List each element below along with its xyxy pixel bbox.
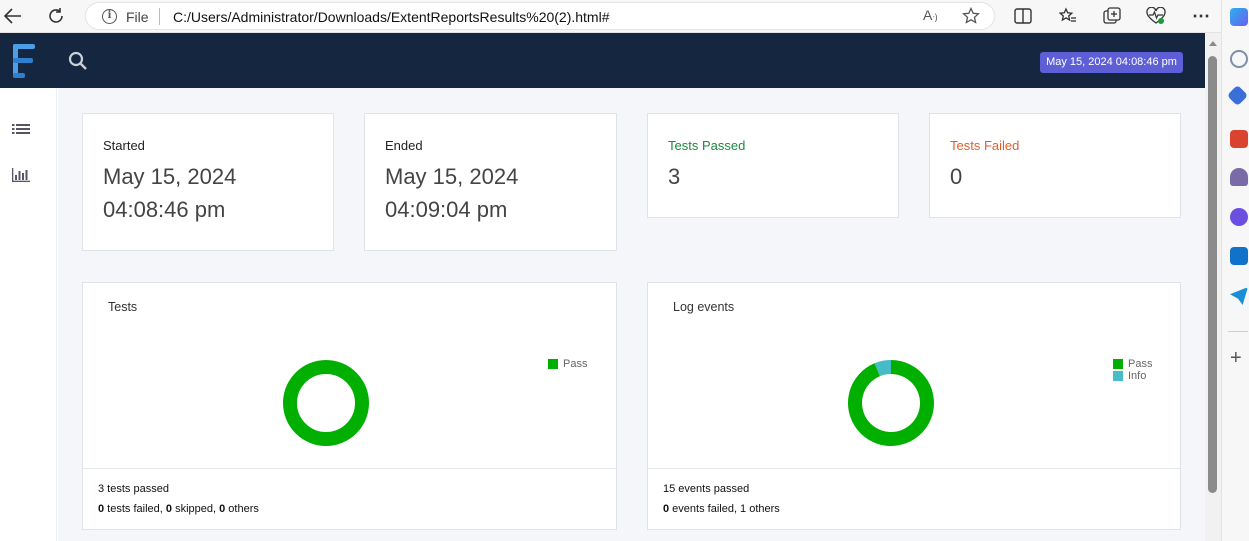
skipped-text: skipped, [172, 503, 220, 515]
scroll-thumb[interactable] [1208, 56, 1217, 493]
bar-chart-icon[interactable] [12, 168, 32, 186]
tests-failed-card: Tests Failed 0 [929, 113, 1181, 218]
scroll-up-arrow[interactable] [1209, 41, 1217, 46]
ended-card: Ended May 15, 2024 04:09:04 pm [364, 113, 617, 251]
ended-date-value: May 15, 2024 [385, 164, 519, 189]
collections-icon[interactable] [1100, 5, 1124, 27]
tests-chart-body: Tests Pass [83, 283, 616, 469]
started-time-value: 04:08:46 pm [103, 197, 226, 222]
started-date: May 15, 2024 04:08:46 pm [103, 160, 236, 226]
more-icon[interactable]: ⋯ [1189, 5, 1213, 27]
tests-donut-chart [283, 360, 369, 446]
browser-toolbar: i File C:/Users/Administrator/Downloads/… [0, 0, 1249, 33]
tests-passed-card: Tests Passed 3 [647, 113, 899, 218]
list-icon[interactable] [12, 123, 32, 141]
report-date-badge: May 15, 2024 04:08:46 pm [1040, 52, 1183, 73]
ended-label: Ended [385, 138, 423, 153]
report-header: May 15, 2024 04:08:46 pm [0, 33, 1205, 88]
file-label: File [126, 9, 149, 25]
drop-icon[interactable] [1230, 287, 1248, 305]
search-icon[interactable] [68, 51, 88, 71]
tests-breakdown: 0 tests failed, 0 skipped, 0 others [98, 503, 259, 515]
games-icon[interactable] [1230, 168, 1248, 186]
read-aloud-icon[interactable]: Aᐧ) [923, 7, 938, 23]
left-nav [0, 88, 57, 541]
favorites-icon[interactable] [1056, 5, 1080, 27]
tests-passed-value: 3 [668, 164, 681, 189]
tests-chart-card: Tests Pass 3 tests passed 0 tests failed… [82, 282, 617, 530]
log-donut-chart [848, 360, 934, 446]
url-text[interactable]: C:/Users/Administrator/Downloads/ExtentR… [173, 9, 610, 25]
back-arrow-icon[interactable] [0, 4, 26, 28]
ended-time-value: 04:09:04 pm [385, 197, 508, 222]
donut-slice-pass[interactable] [848, 360, 934, 446]
edge-sidebar: + [1221, 0, 1249, 541]
shopping-tag-icon[interactable] [1226, 84, 1249, 107]
split-screen-icon[interactable] [1011, 5, 1035, 27]
address-bar[interactable]: i File C:/Users/Administrator/Downloads/… [85, 2, 995, 30]
log-events-chart-card: Log events Pass Info 15 events passed 0 … [647, 282, 1181, 530]
log-summary: 15 events passed [663, 483, 750, 495]
legend-label: Pass [563, 358, 588, 370]
ended-date: May 15, 2024 04:09:04 pm [385, 160, 518, 226]
donut-slice-info[interactable] [874, 360, 892, 377]
sidebar-divider [1228, 331, 1248, 332]
search-sidebar-icon[interactable] [1230, 50, 1248, 68]
failed-text: tests failed, [104, 503, 166, 515]
microsoft365-icon[interactable] [1230, 208, 1248, 226]
star-icon[interactable] [962, 6, 980, 30]
refresh-icon[interactable] [43, 4, 69, 28]
started-card: Started May 15, 2024 04:08:46 pm [82, 113, 334, 251]
log-chart-title: Log events [673, 300, 735, 314]
add-app-icon[interactable]: + [1230, 348, 1242, 368]
copilot-icon[interactable] [1230, 8, 1248, 26]
tests-summary: 3 tests passed [98, 483, 169, 495]
heart-pulse-icon[interactable] [1144, 5, 1168, 27]
legend-item-pass[interactable]: Pass [1113, 358, 1152, 370]
page-scrollbar[interactable] [1205, 33, 1221, 541]
tests-legend: Pass [548, 358, 587, 370]
dashboard-content: Started May 15, 2024 04:08:46 pm Ended M… [58, 88, 1205, 541]
started-date-value: May 15, 2024 [103, 164, 237, 189]
others-text: others [225, 503, 259, 515]
log-breakdown-text: events failed, 1 others [669, 503, 780, 515]
legend-label: Info [1128, 370, 1147, 382]
log-chart-body: Log events Pass Info [648, 283, 1180, 469]
tests-chart-title: Tests [108, 300, 138, 314]
started-label: Started [103, 138, 145, 153]
legend-item-info[interactable]: Info [1113, 370, 1152, 382]
tests-failed-value: 0 [950, 164, 963, 189]
legend-item-pass[interactable]: Pass [548, 358, 587, 370]
address-separator [159, 8, 160, 25]
legend-label: Pass [1128, 358, 1153, 370]
log-legend: Pass Info [1113, 358, 1152, 382]
legend-swatch [548, 359, 558, 369]
tests-passed-label: Tests Passed [668, 138, 746, 153]
info-icon[interactable]: i [102, 9, 117, 24]
legend-swatch [1113, 359, 1123, 369]
tools-icon[interactable] [1230, 130, 1248, 148]
extent-logo [10, 44, 38, 78]
donut-slice-pass[interactable] [283, 360, 369, 446]
outlook-icon[interactable] [1230, 247, 1248, 265]
legend-swatch [1113, 371, 1123, 381]
log-breakdown: 0 events failed, 1 others [663, 503, 780, 515]
tests-failed-label: Tests Failed [950, 138, 1020, 153]
